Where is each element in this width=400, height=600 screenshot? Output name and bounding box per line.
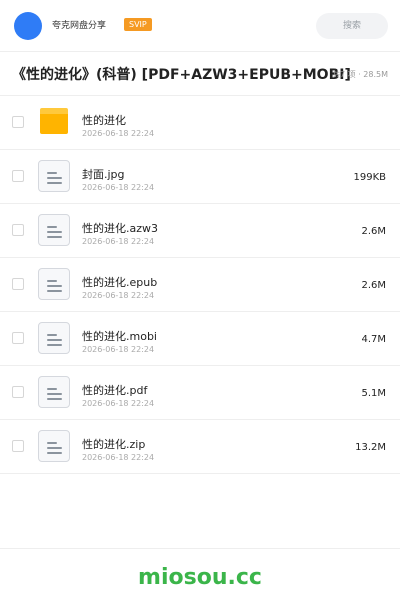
- file-date: 2026-06-18 22:24: [82, 399, 155, 408]
- checkbox[interactable]: [12, 386, 24, 398]
- file-row[interactable]: 性的进化.pdf 2026-06-18 22:24 5.1M: [0, 366, 400, 420]
- file-name: 性的进化: [82, 114, 126, 127]
- file-row[interactable]: 性的进化.azw3 2026-06-18 22:24 2.6M: [0, 204, 400, 258]
- file-row-folder[interactable]: 性的进化 2026-06-18 22:24: [0, 96, 400, 150]
- folder-icon: [40, 108, 68, 134]
- file-stats: 共7 项 · 28.5M: [332, 70, 388, 79]
- document-icon: [38, 160, 70, 192]
- file-name: 性的进化.zip: [82, 438, 146, 451]
- file-date: 2026-06-18 22:24: [82, 237, 155, 246]
- svip-badge: SVIP: [124, 18, 152, 31]
- checkbox[interactable]: [12, 116, 24, 128]
- footer: miosou.cc: [0, 548, 400, 600]
- document-icon: [38, 430, 70, 462]
- avatar[interactable]: [14, 12, 42, 40]
- search-button[interactable]: 搜索: [316, 13, 388, 39]
- checkbox[interactable]: [12, 278, 24, 290]
- file-size: 2.6M: [361, 280, 386, 291]
- file-list: 性的进化 2026-06-18 22:24 封面.jpg 2026-06-18 …: [0, 96, 400, 474]
- file-row[interactable]: 性的进化.epub 2026-06-18 22:24 2.6M: [0, 258, 400, 312]
- file-date: 2026-06-18 22:24: [82, 291, 155, 300]
- checkbox[interactable]: [12, 440, 24, 452]
- file-name: 性的进化.epub: [82, 276, 158, 289]
- file-date: 2026-06-18 22:24: [82, 183, 155, 192]
- file-row[interactable]: 封面.jpg 2026-06-18 22:24 199KB: [0, 150, 400, 204]
- file-size: 2.6M: [361, 226, 386, 237]
- checkbox[interactable]: [12, 332, 24, 344]
- document-icon: [38, 376, 70, 408]
- user-name: 夸克网盘分享: [52, 21, 107, 31]
- file-size: 13.2M: [355, 442, 386, 453]
- file-name: 性的进化.azw3: [82, 222, 159, 235]
- title-row: 《性的进化》(科普) [PDF+AZW3+EPUB+MOBI] 共7 项 · 2…: [0, 52, 400, 96]
- file-name: 性的进化.pdf: [82, 384, 148, 397]
- file-row[interactable]: 性的进化.mobi 2026-06-18 22:24 4.7M: [0, 312, 400, 366]
- file-size: 199KB: [353, 172, 386, 183]
- checkbox[interactable]: [12, 170, 24, 182]
- file-name: 封面.jpg: [82, 168, 125, 181]
- page-title: 《性的进化》(科普) [PDF+AZW3+EPUB+MOBI]: [12, 67, 351, 83]
- file-date: 2026-06-18 22:24: [82, 129, 155, 138]
- site-brand[interactable]: miosou.cc: [0, 565, 400, 590]
- checkbox[interactable]: [12, 224, 24, 236]
- document-icon: [38, 322, 70, 354]
- file-date: 2026-06-18 22:24: [82, 345, 155, 354]
- file-size: 5.1M: [361, 388, 386, 399]
- file-size: 4.7M: [361, 334, 386, 345]
- file-date: 2026-06-18 22:24: [82, 453, 155, 462]
- file-name: 性的进化.mobi: [82, 330, 157, 343]
- document-icon: [38, 268, 70, 300]
- file-row[interactable]: 性的进化.zip 2026-06-18 22:24 13.2M: [0, 420, 400, 474]
- document-icon: [38, 214, 70, 246]
- app-header: 夸克网盘分享 SVIP 搜索: [0, 0, 400, 52]
